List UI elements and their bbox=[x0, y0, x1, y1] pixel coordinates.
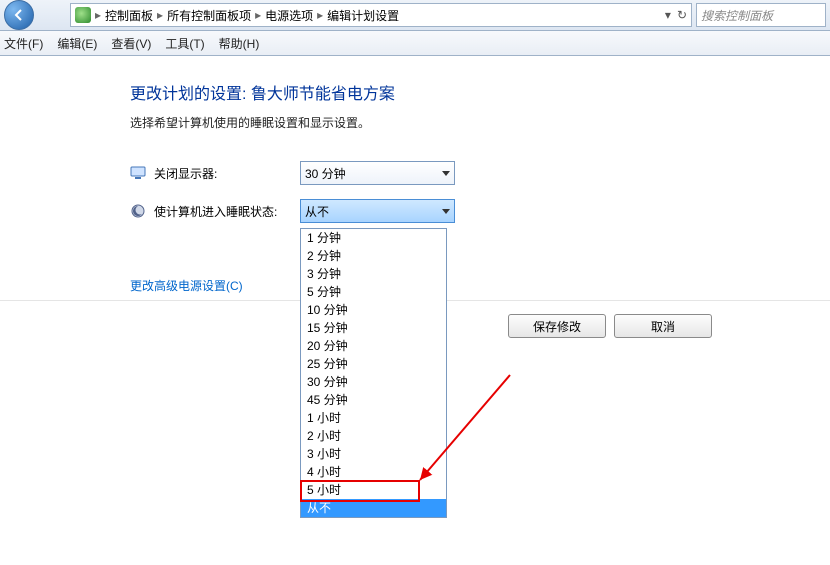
save-button[interactable]: 保存修改 bbox=[508, 314, 606, 338]
menu-tools[interactable]: 工具(T) bbox=[165, 35, 204, 52]
dropdown-option[interactable]: 1 分钟 bbox=[301, 229, 446, 247]
nav-back-button[interactable] bbox=[4, 0, 34, 30]
dropdown-option[interactable]: 2 分钟 bbox=[301, 247, 446, 265]
address-bar: ▸ 控制面板 ▸ 所有控制面板项 ▸ 电源选项 ▸ 编辑计划设置 ▾ ↻ 搜索控… bbox=[0, 0, 830, 31]
dropdown-option[interactable]: 45 分钟 bbox=[301, 391, 446, 409]
display-off-label: 关闭显示器: bbox=[154, 165, 300, 182]
setting-row-sleep: 使计算机进入睡眠状态: 从不 bbox=[130, 199, 830, 223]
chevron-right-icon: ▸ bbox=[157, 8, 163, 22]
setting-row-display: 关闭显示器: 30 分钟 bbox=[130, 161, 830, 185]
breadcrumb-item[interactable]: 所有控制面板项 bbox=[167, 7, 251, 24]
menu-view[interactable]: 查看(V) bbox=[111, 35, 151, 52]
dropdown-option[interactable]: 从不 bbox=[301, 499, 446, 517]
menu-edit[interactable]: 编辑(E) bbox=[57, 35, 97, 52]
arrow-left-icon bbox=[12, 8, 26, 22]
menu-help[interactable]: 帮助(H) bbox=[219, 35, 260, 52]
chevron-right-icon: ▸ bbox=[255, 8, 261, 22]
moon-icon bbox=[130, 203, 146, 219]
breadcrumb-item[interactable]: 编辑计划设置 bbox=[327, 7, 399, 24]
dropdown-option[interactable]: 5 小时 bbox=[301, 481, 446, 499]
page-title: 更改计划的设置: 鲁大师节能省电方案 bbox=[130, 80, 830, 104]
cancel-button[interactable]: 取消 bbox=[614, 314, 712, 338]
chevron-right-icon: ▸ bbox=[95, 8, 101, 22]
button-row: 保存修改 取消 bbox=[508, 314, 712, 338]
dropdown-option[interactable]: 10 分钟 bbox=[301, 301, 446, 319]
window: ▸ 控制面板 ▸ 所有控制面板项 ▸ 电源选项 ▸ 编辑计划设置 ▾ ↻ 搜索控… bbox=[0, 0, 830, 565]
refresh-icon[interactable]: ↻ bbox=[677, 8, 687, 22]
dropdown-option[interactable]: 3 小时 bbox=[301, 445, 446, 463]
dropdown-option[interactable]: 3 分钟 bbox=[301, 265, 446, 283]
control-panel-icon bbox=[75, 7, 91, 23]
page-description: 选择希望计算机使用的睡眠设置和显示设置。 bbox=[130, 114, 830, 131]
breadcrumb-item[interactable]: 电源选项 bbox=[265, 7, 313, 24]
sleep-value: 从不 bbox=[305, 203, 329, 220]
menu-file[interactable]: 文件(F) bbox=[4, 35, 43, 52]
sleep-dropdown-list[interactable]: 1 分钟2 分钟3 分钟5 分钟10 分钟15 分钟20 分钟25 分钟30 分… bbox=[300, 228, 447, 518]
search-placeholder: 搜索控制面板 bbox=[701, 7, 773, 24]
dropdown-option[interactable]: 2 小时 bbox=[301, 427, 446, 445]
sleep-label: 使计算机进入睡眠状态: bbox=[154, 203, 300, 220]
dropdown-option[interactable]: 5 分钟 bbox=[301, 283, 446, 301]
sleep-select[interactable]: 从不 bbox=[300, 199, 455, 223]
breadcrumb-item[interactable]: 控制面板 bbox=[105, 7, 153, 24]
dropdown-option[interactable]: 15 分钟 bbox=[301, 319, 446, 337]
breadcrumb-box[interactable]: ▸ 控制面板 ▸ 所有控制面板项 ▸ 电源选项 ▸ 编辑计划设置 ▾ ↻ bbox=[70, 3, 692, 27]
menu-bar: 文件(F) 编辑(E) 查看(V) 工具(T) 帮助(H) bbox=[0, 31, 830, 56]
dropdown-option[interactable]: 20 分钟 bbox=[301, 337, 446, 355]
display-off-select[interactable]: 30 分钟 bbox=[300, 161, 455, 185]
dropdown-option[interactable]: 25 分钟 bbox=[301, 355, 446, 373]
dropdown-option[interactable]: 4 小时 bbox=[301, 463, 446, 481]
dropdown-option[interactable]: 30 分钟 bbox=[301, 373, 446, 391]
dropdown-chevron-icon[interactable]: ▾ bbox=[665, 8, 671, 22]
chevron-down-icon bbox=[442, 209, 450, 214]
advanced-power-link[interactable]: 更改高级电源设置(C) bbox=[130, 277, 243, 294]
chevron-down-icon bbox=[442, 171, 450, 176]
search-input[interactable]: 搜索控制面板 bbox=[696, 3, 826, 27]
monitor-icon bbox=[130, 165, 146, 181]
chevron-right-icon: ▸ bbox=[317, 8, 323, 22]
display-off-value: 30 分钟 bbox=[305, 165, 346, 182]
dropdown-option[interactable]: 1 小时 bbox=[301, 409, 446, 427]
